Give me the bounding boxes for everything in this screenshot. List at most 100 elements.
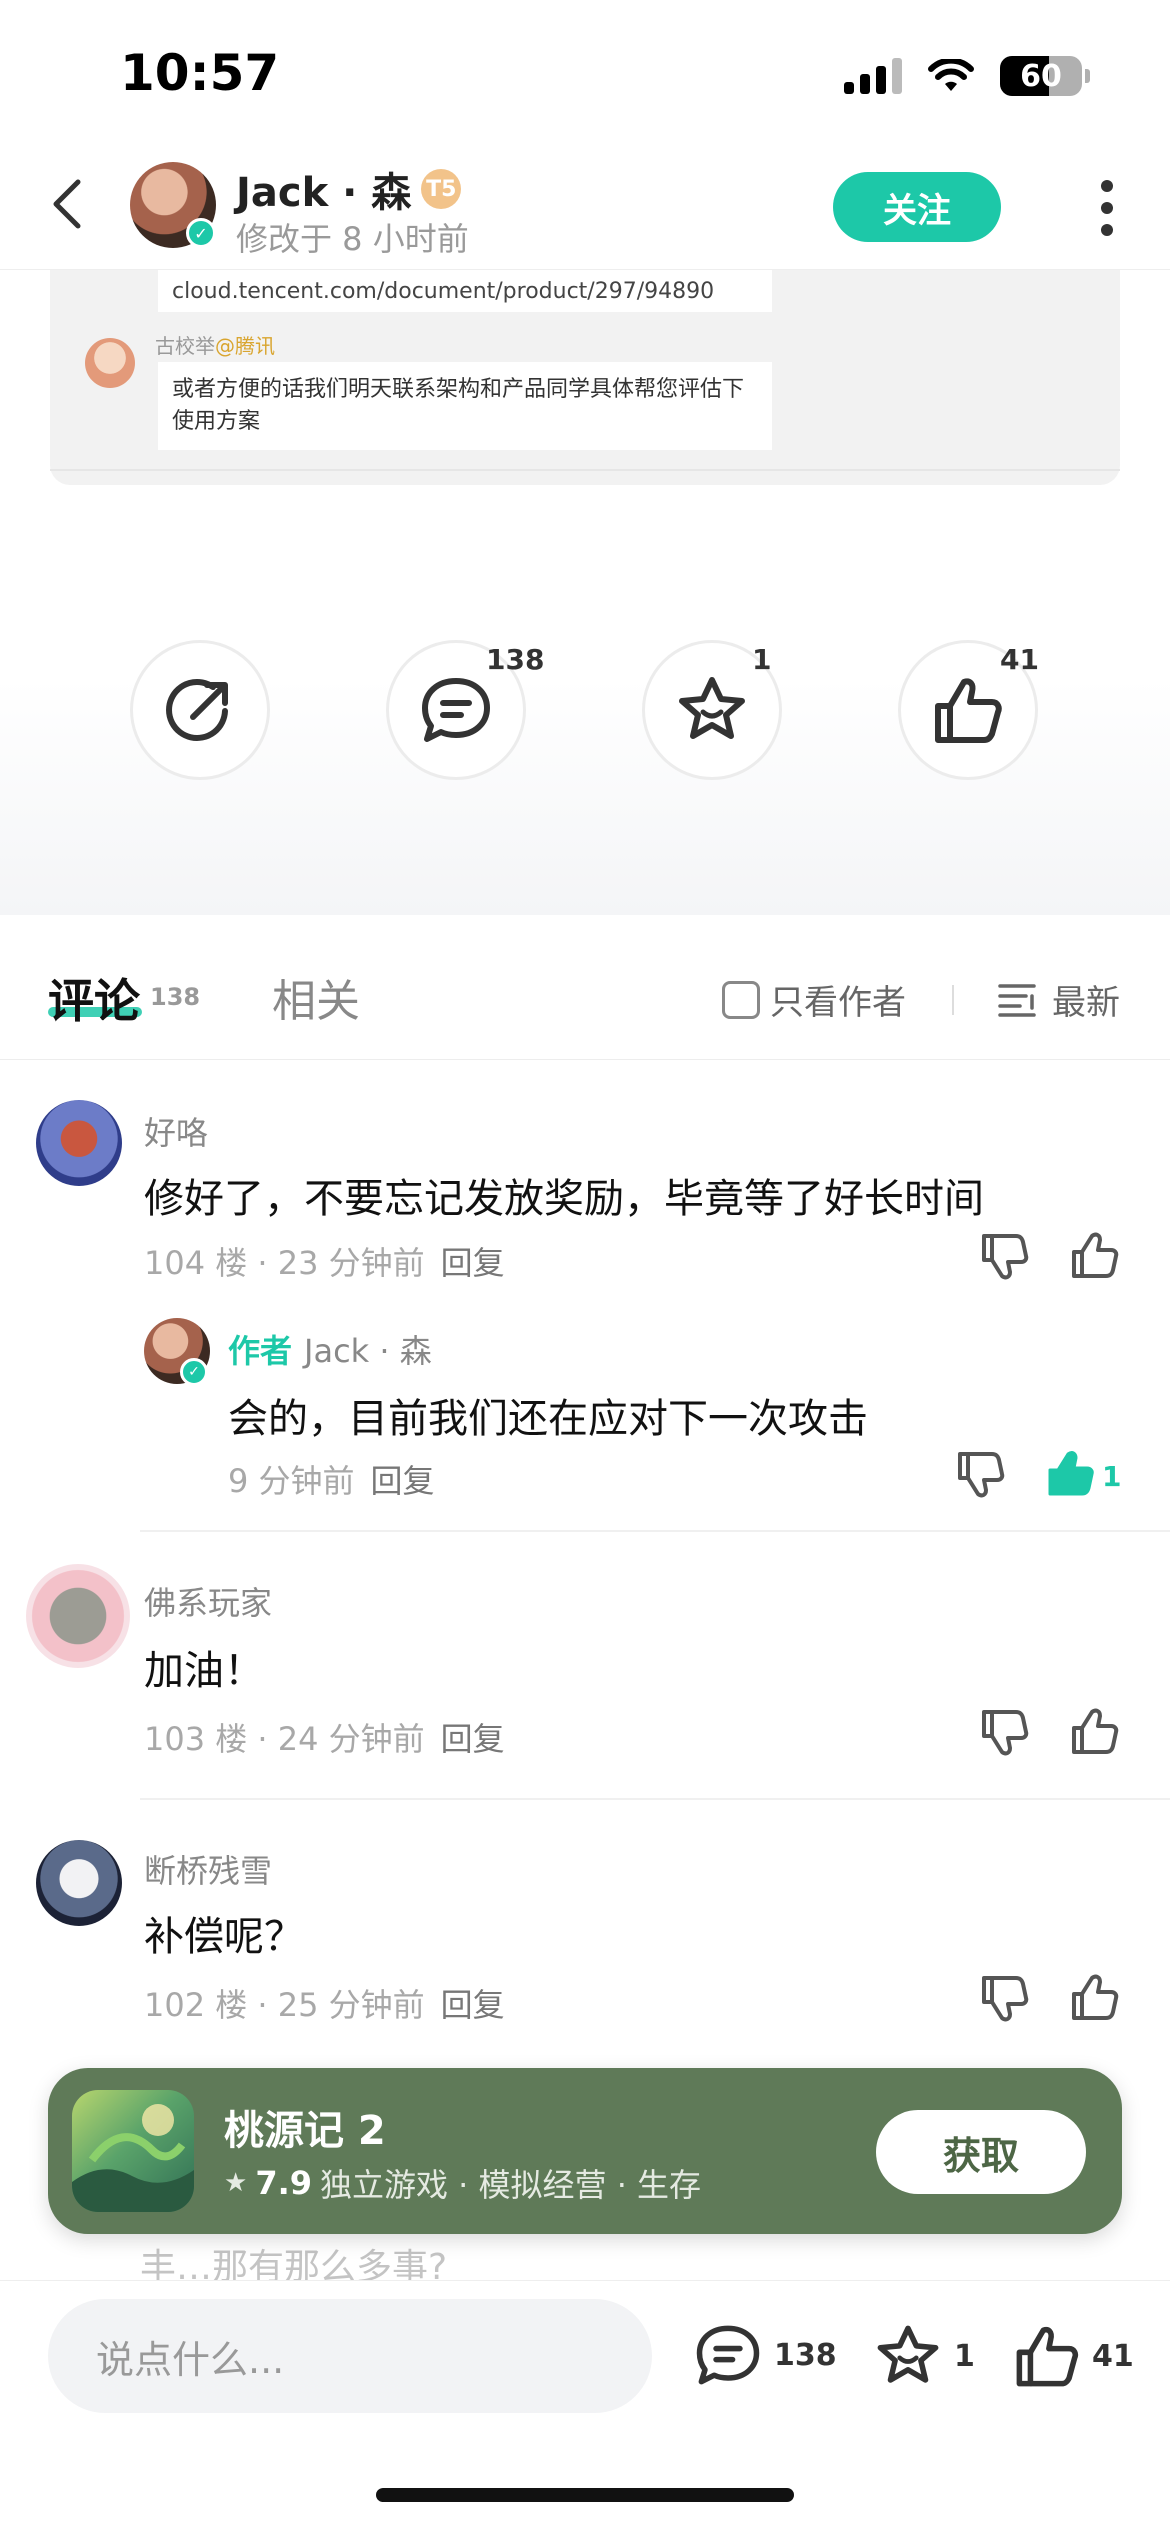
level-badge: T5: [421, 169, 462, 209]
embed-replier-name: 古校举: [155, 334, 215, 358]
star-icon: [877, 2325, 939, 2383]
embed-link-text: cloud.tencent.com/document/product/297/9…: [158, 270, 772, 312]
game-app-icon: [72, 2090, 194, 2212]
embed-bottom-edge: [50, 469, 1120, 485]
embed-replier-org: @腾讯: [215, 334, 275, 358]
post-header: ✓ Jack · 森 T5 修改于 8 小时前 关注: [0, 140, 1170, 270]
cellular-signal-icon: [844, 58, 902, 94]
sort-label: 最新: [1052, 983, 1120, 1023]
comment-meta: 102 楼 · 25 分钟前 回复: [144, 1980, 505, 2026]
thumbs-down-icon[interactable]: [978, 1706, 1030, 1758]
reply-author[interactable]: 作者 Jack · 森: [228, 1326, 432, 1372]
share-icon: [166, 678, 228, 741]
verified-icon: ✓: [180, 1358, 208, 1386]
thumbs-up-icon: [1016, 2327, 1079, 2387]
game-info: ★ 7.9 独立游戏 · 模拟经营 · 生存: [224, 2160, 701, 2206]
comment-item: 佛系玩家 加油！ 103 楼 · 24 分钟前 回复: [0, 1530, 1170, 1798]
thumbs-up-filled-icon[interactable]: [1044, 1448, 1096, 1500]
comment-text[interactable]: 加油！: [144, 1638, 264, 1696]
battery-icon: 60: [1000, 56, 1090, 96]
reply-time: 9 分钟前: [228, 1462, 355, 1500]
comment-icon: [422, 678, 490, 742]
thumbs-up-icon[interactable]: [1068, 1972, 1120, 2024]
embed-message: 或者方便的话我们明天联系架构和产品同学具体帮您评估下使用方案: [158, 362, 772, 450]
commenter-avatar[interactable]: [26, 1564, 130, 1668]
author-tag: 作者: [228, 1332, 293, 1370]
follow-button[interactable]: 关注: [833, 172, 1001, 242]
sort-toggle[interactable]: 最新: [998, 975, 1120, 1024]
embedded-image[interactable]: cloud.tencent.com/document/product/297/9…: [50, 270, 1120, 485]
commenter-name[interactable]: 好咯: [144, 1108, 208, 1154]
comment-floor-time: 103 楼 · 24 分钟前: [144, 1720, 425, 1758]
comment-text[interactable]: 补偿呢？: [144, 1904, 304, 1962]
status-bar: 10:57 60: [0, 0, 1170, 140]
only-author-toggle[interactable]: 只看作者: [722, 975, 906, 1024]
status-icons: 60: [844, 56, 1090, 96]
tab-related[interactable]: 相关: [272, 965, 360, 1029]
tab-comments[interactable]: 评论: [48, 965, 140, 1031]
game-tags: 独立游戏 · 模拟经营 · 生存: [320, 2166, 702, 2204]
embed-replier: 古校举@腾讯: [155, 330, 275, 359]
comment-icon: [696, 2325, 760, 2385]
comment-input[interactable]: 说点什么...: [48, 2299, 652, 2413]
thumbs-down-icon[interactable]: [954, 1448, 1006, 1500]
battery-level: 60: [1020, 58, 1062, 94]
thumbs-down-icon[interactable]: [978, 1972, 1030, 2024]
game-rating: 7.9: [255, 2164, 312, 2202]
thumbs-up-icon: [935, 678, 1002, 743]
back-arrow-icon[interactable]: [40, 174, 100, 234]
commenter-name[interactable]: 佛系玩家: [144, 1578, 272, 1624]
thumbs-up-icon[interactable]: [1068, 1230, 1120, 1282]
post-actions: 138 1 41: [0, 485, 1170, 915]
game-title: 桃源记 2: [224, 2108, 386, 2154]
comment-item: 断桥残雪 补偿呢？ 102 楼 · 25 分钟前 回复: [0, 1798, 1170, 2068]
author-name[interactable]: Jack · 森 T5: [236, 160, 462, 218]
bottom-like-button[interactable]: 41: [1012, 2321, 1134, 2391]
comment-meta: 104 楼 · 23 分钟前 回复: [144, 1238, 505, 1284]
star-icon: [679, 677, 745, 739]
comment-tabs: 评论 138 相关 只看作者 最新: [0, 915, 1170, 1060]
reply-button[interactable]: 回复: [441, 1720, 505, 1758]
home-indicator: [376, 2488, 794, 2502]
verified-icon: ✓: [186, 218, 216, 248]
like-count: 41: [1000, 643, 1039, 676]
commenter-avatar[interactable]: [36, 1840, 122, 1926]
tab-comments-count: 138: [150, 983, 201, 1011]
thumbs-down-icon[interactable]: [978, 1230, 1030, 1282]
bottom-comment-count: 138: [774, 2337, 837, 2373]
author-name-text: Jack · 森: [236, 170, 412, 216]
more-options-icon[interactable]: [1095, 180, 1119, 236]
comment-meta: 103 楼 · 24 分钟前 回复: [144, 1714, 505, 1760]
reply-button[interactable]: 回复: [441, 1244, 505, 1282]
bottom-favorite-count: 1: [954, 2338, 975, 2374]
bottom-comment-button[interactable]: 138: [692, 2321, 837, 2389]
commenter-name[interactable]: 断桥残雪: [144, 1846, 272, 1892]
comment-text[interactable]: 修好了，不要忘记发放奖励，毕竟等了好长时间: [144, 1166, 984, 1224]
get-game-button[interactable]: 获取: [876, 2110, 1086, 2194]
reply-like-count: 1: [1102, 1460, 1122, 1493]
status-time: 10:57: [120, 44, 280, 102]
rating-star-icon: ★: [224, 2168, 248, 2198]
thumbs-up-icon[interactable]: [1068, 1706, 1120, 1758]
commenter-avatar[interactable]: [36, 1100, 122, 1186]
reply-button[interactable]: 回复: [441, 1986, 505, 2024]
comment-item: 好咯 修好了，不要忘记发放奖励，毕竟等了好长时间 104 楼 · 23 分钟前回…: [0, 1060, 1170, 1520]
wifi-icon: [928, 59, 974, 91]
reply-meta: 9 分钟前 回复: [228, 1456, 435, 1502]
reply-text[interactable]: 会的，目前我们还在应对下一次攻击: [228, 1386, 868, 1444]
favorite-count: 1: [752, 643, 772, 676]
game-promo-banner[interactable]: 桃源记 2 ★ 7.9 独立游戏 · 模拟经营 · 生存 获取: [48, 2068, 1122, 2234]
tab-divider: [952, 985, 954, 1015]
edited-time: 修改于 8 小时前: [236, 220, 469, 258]
sort-icon: [998, 983, 1036, 1017]
only-author-label: 只看作者: [770, 983, 906, 1023]
comment-count: 138: [486, 643, 545, 676]
bottom-like-count: 41: [1092, 2338, 1134, 2374]
share-button[interactable]: [130, 640, 270, 780]
bottom-favorite-button[interactable]: 1: [872, 2321, 975, 2391]
embed-avatar: [85, 338, 135, 388]
reply-button[interactable]: 回复: [371, 1462, 435, 1500]
only-author-checkbox[interactable]: [722, 980, 760, 1019]
comment-floor-time: 102 楼 · 25 分钟前: [144, 1986, 425, 2024]
reply-author-name: Jack · 森: [304, 1332, 432, 1370]
